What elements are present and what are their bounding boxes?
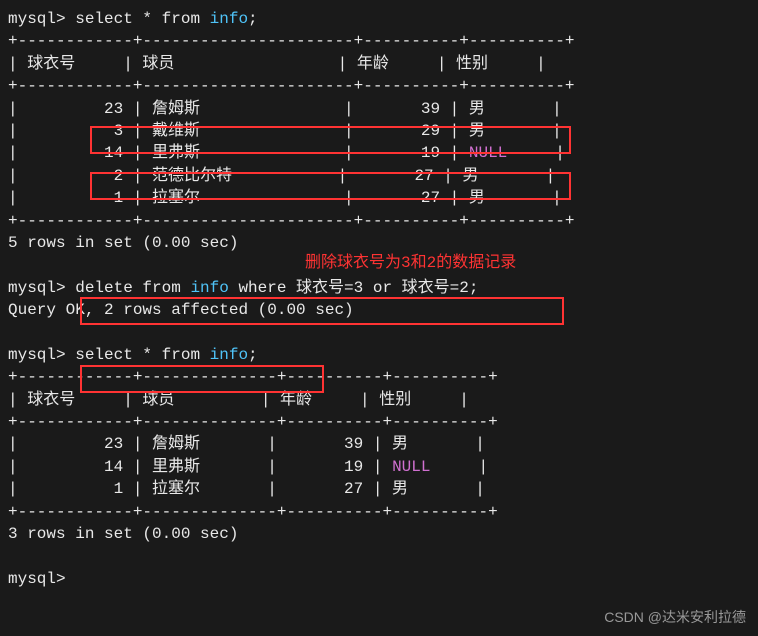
- null-value: NULL: [469, 144, 507, 162]
- table1-row: | 2 | 范德比尔特 | 27 | 男 |: [8, 165, 750, 187]
- null-value: NULL: [392, 458, 430, 476]
- mysql-prompt: mysql>: [8, 279, 66, 297]
- table1-border-top: +------------+----------------------+---…: [8, 30, 750, 52]
- prompt-line[interactable]: mysql>: [8, 568, 750, 590]
- table1-row: | 1 | 拉塞尔 | 27 | 男 |: [8, 187, 750, 209]
- table1-row: | 3 | 戴维斯 | 29 | 男 |: [8, 120, 750, 142]
- table1-row: | 14 | 里弗斯 | 19 | NULL |: [8, 142, 750, 164]
- table2-row: | 23 | 詹姆斯 | 39 | 男 |: [8, 433, 750, 455]
- mysql-prompt: mysql>: [8, 570, 66, 588]
- blank-line: [8, 545, 750, 567]
- table-name: info: [190, 279, 228, 297]
- table2-row: | 1 | 拉塞尔 | 27 | 男 |: [8, 478, 750, 500]
- table2-border-mid: +------------+--------------+----------+…: [8, 411, 750, 433]
- table1-header: | 球衣号 | 球员 | 年龄 | 性别 |: [8, 53, 750, 75]
- table1-border-mid: +------------+----------------------+---…: [8, 75, 750, 97]
- query-line-2: mysql> select * from info;: [8, 344, 750, 366]
- blank-line: [8, 321, 750, 343]
- table-name: info: [210, 346, 248, 364]
- table1-row: | 23 | 詹姆斯 | 39 | 男 |: [8, 98, 750, 120]
- table2-header: | 球衣号 | 球员 | 年龄 | 性别 |: [8, 389, 750, 411]
- mysql-prompt: mysql>: [8, 10, 66, 28]
- mysql-prompt: mysql>: [8, 346, 66, 364]
- table2-row: | 14 | 里弗斯 | 19 | NULL |: [8, 456, 750, 478]
- table2-border-top: +------------+--------------+----------+…: [8, 366, 750, 388]
- table1-border-bot: +------------+----------------------+---…: [8, 210, 750, 232]
- watermark: CSDN @达米安利拉德: [604, 608, 746, 628]
- query-ok: Query OK, 2 rows affected (0.00 sec): [8, 299, 750, 321]
- annotation-text: 删除球衣号为3和2的数据记录: [305, 252, 516, 274]
- query-line-1: mysql> select * from info;: [8, 8, 750, 30]
- result-rows-1: 5 rows in set (0.00 sec): [8, 232, 750, 254]
- table-name: info: [210, 10, 248, 28]
- query-line-delete: mysql> delete from info where 球衣号=3 or 球…: [8, 277, 750, 299]
- result-rows-2: 3 rows in set (0.00 sec): [8, 523, 750, 545]
- table2-border-bot: +------------+--------------+----------+…: [8, 501, 750, 523]
